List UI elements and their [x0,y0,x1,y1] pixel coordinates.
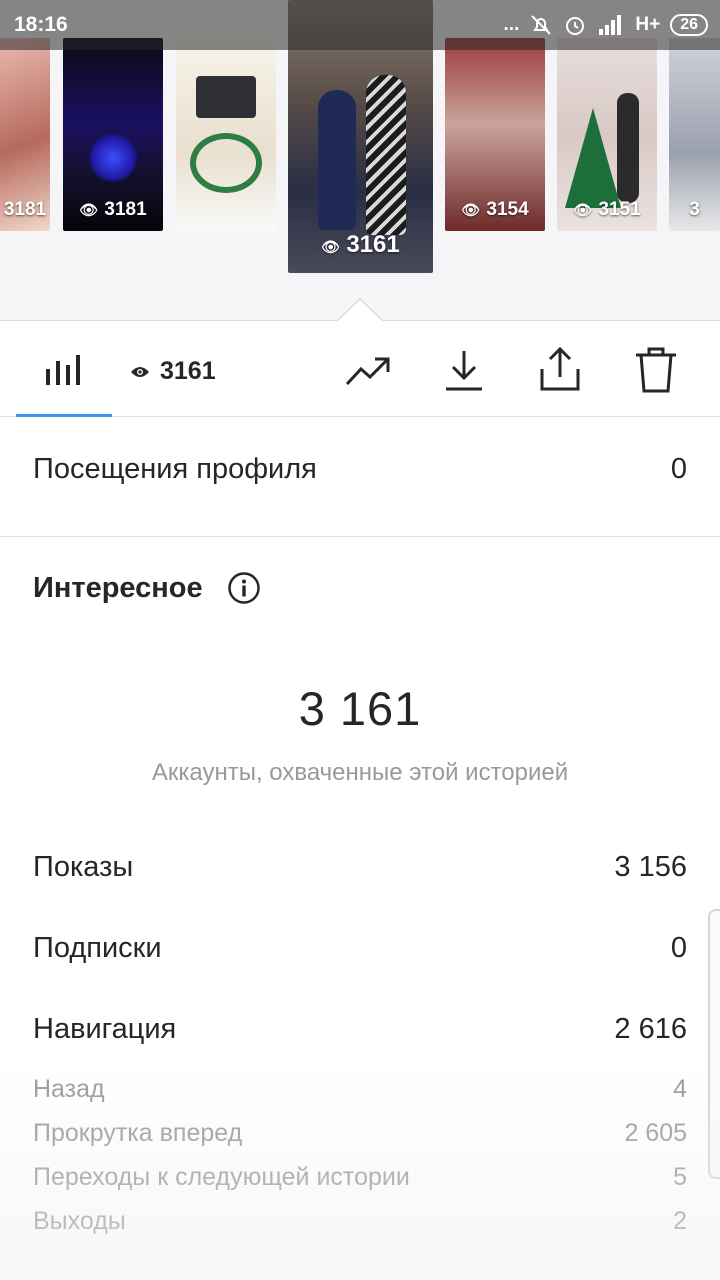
eye-icon: 👁 [79,202,99,219]
metric-row-follows: Подписки 0 [33,932,687,965]
story-view-count: 3181 [3,199,47,220]
metric-row-navigation: Навигация 2 616 [33,1013,687,1046]
insights-toolbar: 3161 [0,321,720,417]
metric-label: Посещения профиля [33,453,317,485]
bell-muted-icon [531,15,552,35]
reach-caption: Аккаунты, охваченные этой историей [151,759,569,786]
story-view-count: 👁 3181 [79,199,147,220]
story-image [318,90,356,230]
promote-button[interactable] [344,351,392,396]
detail-value: 4 [673,1075,687,1103]
story-thumbnail[interactable]: 👁 3151 [557,38,657,231]
metric-label: Показы [33,851,134,883]
metric-label: Навигация [33,1013,177,1045]
section-heading: Интересное [33,571,203,604]
tab-viewers[interactable]: 3161 [130,357,216,386]
metric-label: Подписки [33,932,162,964]
story-image [617,93,639,203]
metric-row-impressions: Показы 3 156 [33,851,687,884]
story-thumbnail[interactable]: 👁 3154 [445,38,545,231]
share-button[interactable] [536,345,584,400]
signal-icon [599,15,622,35]
metric-value: 0 [670,932,687,964]
story-view-count: 👁 3154 [461,199,529,220]
metric-value: 0 [670,453,687,485]
viewers-count: 3161 [160,357,216,385]
detail-value: 2 605 [624,1119,687,1147]
nav-detail-row-forward: Прокрутка вперед 2 605 [33,1119,687,1148]
alarm-icon [566,17,585,35]
trending-icon [345,357,390,386]
story-thumbnail[interactable]: 3 [669,38,720,231]
download-icon [446,351,482,391]
share-icon [540,346,580,391]
active-tab-indicator [16,414,112,417]
tab-insights[interactable] [44,351,84,392]
download-button[interactable] [440,347,488,400]
detail-label: Прокрутка вперед [33,1119,243,1147]
story-insights-panel: 3161 Посещения профиля 0 Интересное 3 16… [0,320,720,1280]
info-icon[interactable] [227,571,261,605]
status-icons: ... H+ 26 [504,13,708,37]
story-image [190,133,262,193]
story-image [565,108,621,208]
divider [0,536,720,537]
metric-value: 2 616 [614,1013,687,1045]
detail-value: 5 [673,1163,687,1191]
eye-icon [131,366,149,377]
eye-icon: 👁 [573,202,593,219]
metric-value: 3 156 [614,851,687,883]
detail-label: Переходы к следующей истории [33,1163,410,1191]
story-image [88,133,138,183]
battery-indicator: 26 [670,14,708,36]
story-image [196,76,256,118]
status-time: 18:16 [14,13,68,36]
selection-pointer [337,298,383,322]
discovery-section-title: Интересное [33,571,261,605]
network-type: H+ [635,14,661,35]
scrollbar[interactable] [708,909,720,1179]
detail-value: 2 [673,1207,687,1235]
trash-icon [636,347,676,393]
reach-value: 3 161 [298,682,422,735]
story-thumbnail[interactable]: 3181 [0,38,50,231]
story-view-count: 👁 3161 [321,231,400,258]
detail-label: Выходы [33,1207,126,1235]
nav-detail-row-next-story: Переходы к следующей истории 5 [33,1163,687,1192]
story-thumbnail[interactable] [176,38,276,231]
status-bar: 18:16 ... H+ 26 [0,0,720,50]
delete-button[interactable] [632,345,680,400]
detail-label: Назад [33,1075,105,1103]
bar-chart-icon [46,355,80,385]
story-view-count: 👁 3151 [573,199,641,220]
eye-icon: 👁 [461,202,481,219]
story-view-count: 3 [689,199,700,220]
nav-detail-row-back: Назад 4 [33,1075,687,1104]
nav-detail-row-exits: Выходы 2 [33,1207,687,1236]
status-dots: ... [503,14,520,35]
profile-visits-row: Посещения профиля 0 [33,453,687,486]
story-thumbnail[interactable]: 👁 3181 [63,38,163,231]
eye-icon: 👁 [321,239,341,256]
story-image [366,75,406,235]
